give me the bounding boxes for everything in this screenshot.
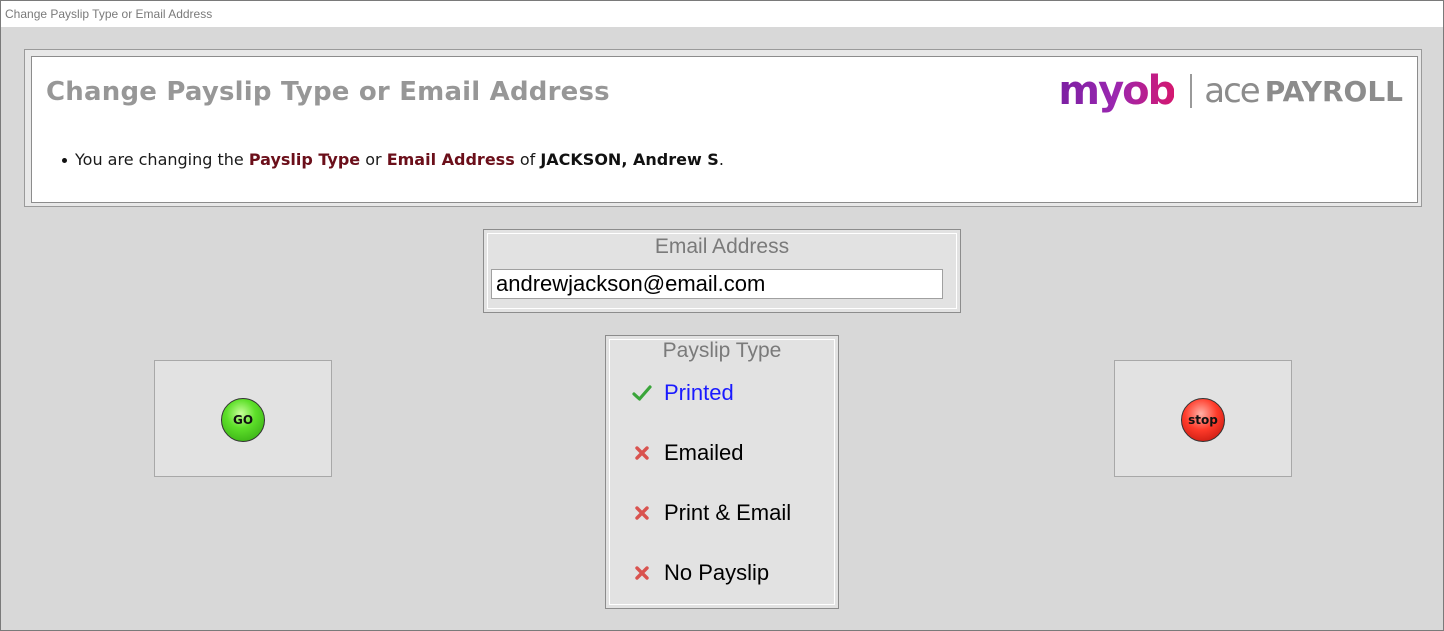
logo-divider (1190, 74, 1193, 108)
change-notice: You are changing the Payslip Type or Ema… (62, 150, 724, 169)
email-address-input[interactable] (491, 269, 943, 299)
logo-myob: myob (1058, 68, 1176, 114)
email-address-group: Email Address (483, 229, 961, 313)
payslip-option-printed[interactable]: Printed (632, 380, 734, 406)
payslip-type-group: Payslip Type Printed Emailed Print & Ema… (605, 335, 839, 609)
go-button[interactable]: GO (221, 398, 265, 442)
stop-button[interactable]: stop (1181, 398, 1225, 442)
notice-payslip-type: Payslip Type (248, 150, 361, 169)
cross-icon (635, 506, 649, 520)
notice-suffix: . (718, 150, 724, 169)
option-label: Print & Email (664, 500, 792, 525)
employee-name: JACKSON, Andrew S (540, 150, 719, 169)
logo-payroll: PAYROLL (1264, 74, 1403, 108)
header-panel: Change Payslip Type or Email Address myo… (24, 49, 1422, 207)
email-address-label: Email Address (654, 235, 790, 258)
notice-or: or (365, 150, 382, 169)
payslip-type-label: Payslip Type (662, 339, 782, 362)
notice-email-address: Email Address (386, 150, 515, 169)
logo-ace: ace (1204, 71, 1260, 111)
check-icon (632, 385, 652, 401)
payslip-option-emailed[interactable]: Emailed (632, 440, 743, 466)
notice-prefix: You are changing the (75, 150, 244, 169)
dialog-window: Change Payslip Type or Email Address Cha… (0, 0, 1444, 631)
option-label: Emailed (664, 440, 744, 465)
window-title: Change Payslip Type or Email Address (1, 1, 1443, 27)
page-title: Change Payslip Type or Email Address (46, 77, 610, 107)
option-label: No Payslip (664, 560, 770, 585)
go-button-panel[interactable]: GO (154, 360, 332, 477)
payslip-option-no-payslip[interactable]: No Payslip (632, 560, 769, 586)
cross-icon (635, 446, 649, 460)
myob-ace-payroll-logo: myob ace PAYROLL (1058, 67, 1403, 115)
header-inner: Change Payslip Type or Email Address myo… (31, 56, 1418, 203)
stop-button-panel[interactable]: stop (1114, 360, 1292, 477)
option-label: Printed (664, 380, 734, 405)
notice-of: of (519, 150, 536, 169)
cross-icon (635, 566, 649, 580)
bullet-icon (62, 158, 67, 163)
payslip-option-print-and-email[interactable]: Print & Email (632, 500, 791, 526)
